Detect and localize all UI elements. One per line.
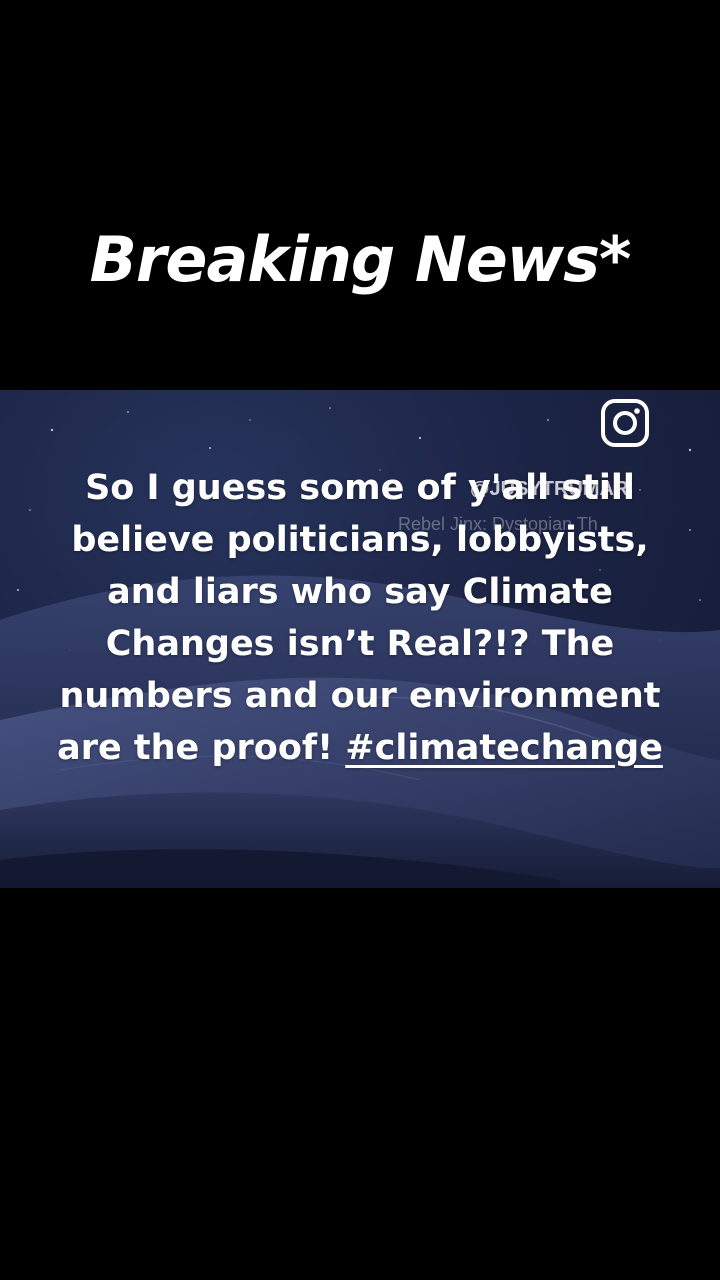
post-body-sentence: So I guess some of y'all still believe p…: [57, 468, 661, 768]
post-body-text: So I guess some of y'all still believe p…: [40, 462, 680, 774]
headline: Breaking News*: [89, 223, 632, 296]
instagram-icon: [601, 399, 649, 447]
hashtag-link[interactable]: #climatechange: [345, 728, 663, 768]
post-image: @JUSYTRUMAR Rebel Jinx: Dystopian Th So …: [0, 390, 720, 888]
